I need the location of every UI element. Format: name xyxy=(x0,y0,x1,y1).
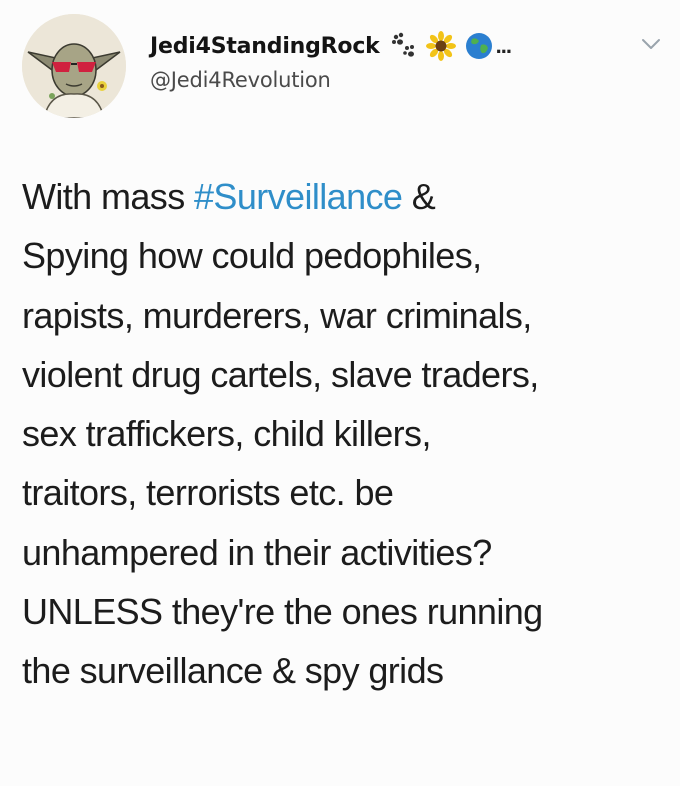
tweet-line-2: Spying how could pedophiles, xyxy=(22,235,482,277)
tweet-text-segment: & xyxy=(402,176,436,217)
tweet-line-4: violent drug cartels, slave traders, xyxy=(22,353,539,395)
tweet-line-8: UNLESS they're the ones running xyxy=(22,591,543,633)
tweet-text: With mass #Surveillance & Spying how cou… xyxy=(22,167,672,701)
name-truncation: ... xyxy=(495,33,512,58)
tweet-line-9: the surveillance & spy grids xyxy=(22,650,444,692)
tweet-line-5: sex traffickers, child killers, xyxy=(22,413,431,455)
tweet-card: Jedi4StandingRock ... @Jedi4Revolution W… xyxy=(0,0,680,786)
display-name-row: Jedi4StandingRock ... xyxy=(150,28,630,64)
tweet-line-7: unhampered in their activities? xyxy=(22,531,492,573)
paw-prints-icon xyxy=(391,32,414,57)
tweet-line-1: With mass #Surveillance & xyxy=(22,167,672,226)
author-display-name[interactable]: Jedi4StandingRock xyxy=(150,34,380,59)
author-avatar[interactable] xyxy=(22,14,126,118)
tweet-line-3: rapists, murderers, war criminals, xyxy=(22,294,532,336)
yoda-avatar-icon xyxy=(22,14,126,118)
tweet-line-6: traitors, terrorists etc. be xyxy=(22,472,394,514)
tweet-header: Jedi4StandingRock ... @Jedi4Revolution xyxy=(22,14,662,118)
sunflower-icon xyxy=(425,31,456,61)
author-handle[interactable]: @Jedi4Revolution xyxy=(150,68,630,92)
author-names: Jedi4StandingRock ... @Jedi4Revolution xyxy=(150,28,630,92)
chevron-down-icon[interactable] xyxy=(640,36,662,52)
globe-icon xyxy=(465,33,492,59)
tweet-text-segment: With mass xyxy=(22,176,195,217)
hashtag-link[interactable]: #Surveillance xyxy=(194,176,403,217)
